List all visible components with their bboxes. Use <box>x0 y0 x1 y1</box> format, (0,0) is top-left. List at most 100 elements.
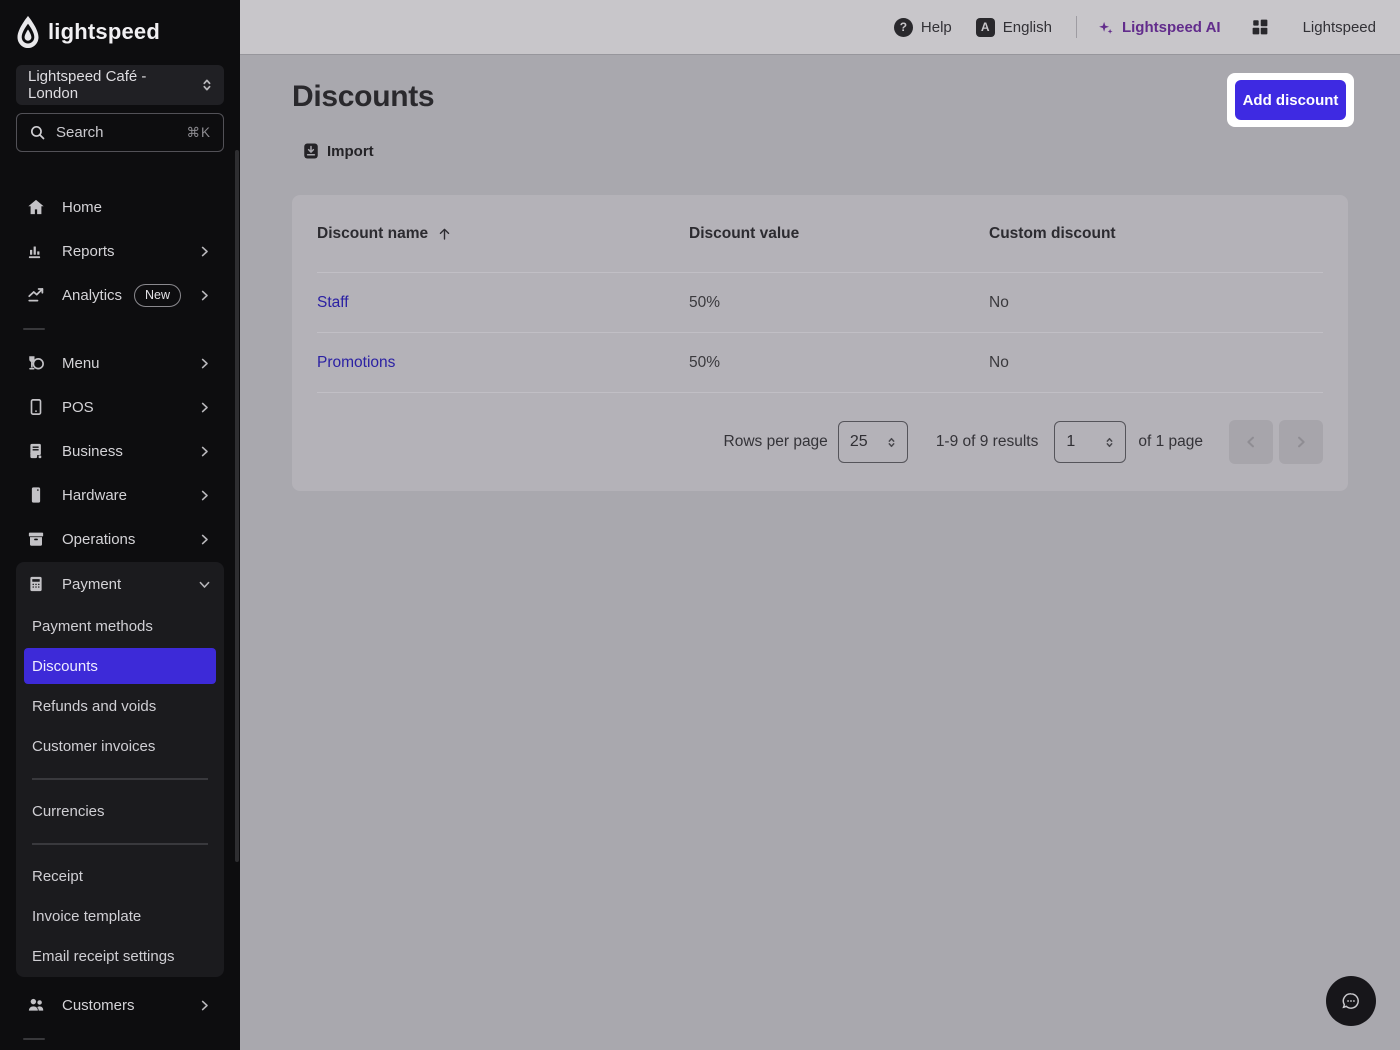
sidebar-item-label: Payment <box>62 576 121 593</box>
results-count: 1-9 of 9 results <box>936 433 1039 451</box>
discount-value-cell: 50% <box>689 354 989 372</box>
topbar-divider <box>1076 16 1077 38</box>
sidebar-item-label: POS <box>62 399 94 416</box>
account-menu[interactable]: Lightspeed <box>1303 19 1376 36</box>
discount-name-link[interactable]: Promotions <box>317 354 395 371</box>
previous-page-button[interactable] <box>1229 420 1273 464</box>
apps-grid-button[interactable] <box>1251 18 1269 36</box>
subitem-label: Invoice template <box>32 908 141 925</box>
chevron-right-icon <box>197 244 212 259</box>
pagination-buttons <box>1229 420 1323 464</box>
rows-per-page-label: Rows per page <box>724 433 828 451</box>
unfold-icon <box>885 435 898 450</box>
language-icon: A <box>976 18 995 37</box>
subitem-label: Receipt <box>32 868 83 885</box>
logo-wordmark: lightspeed <box>48 19 160 45</box>
sidebar-subitem-customer-invoices[interactable]: Customer invoices <box>16 726 224 766</box>
page-number-value: 1 <box>1066 433 1075 451</box>
location-selector[interactable]: Lightspeed Café - London <box>16 65 224 105</box>
sidebar-subitem-currencies[interactable]: Currencies <box>16 791 224 831</box>
location-label: Lightspeed Café - London <box>28 68 199 102</box>
language-button[interactable]: A English <box>976 18 1052 37</box>
sidebar-item-pos[interactable]: POS <box>16 385 224 429</box>
sidebar-subitem-receipt[interactable]: Receipt <box>16 856 224 896</box>
menu-icon <box>27 354 45 372</box>
new-badge: New <box>134 284 181 307</box>
chevron-left-icon <box>1243 434 1259 450</box>
subitem-label: Customer invoices <box>32 738 155 755</box>
page-title: Discounts <box>292 80 434 114</box>
sparkle-icon <box>1097 19 1114 36</box>
chat-bubble-icon <box>1340 990 1362 1012</box>
chevron-right-icon <box>197 400 212 415</box>
table-row: Staff 50% No <box>317 273 1323 333</box>
search-input[interactable]: Search ⌘K <box>16 113 224 152</box>
account-brand-label: Lightspeed <box>1303 19 1376 36</box>
spotlight-ring: Add discount <box>1227 73 1354 127</box>
help-button[interactable]: ? Help <box>894 18 952 37</box>
sidebar-subitem-refunds-and-voids[interactable]: Refunds and voids <box>16 686 224 726</box>
sidebar-item-label: Customers <box>62 997 135 1014</box>
unfold-icon <box>199 77 215 93</box>
language-label: English <box>1003 19 1052 36</box>
column-header-custom-discount: Custom discount <box>989 225 1323 243</box>
lightspeed-ai-button[interactable]: Lightspeed AI <box>1097 19 1221 36</box>
search-icon <box>29 124 46 141</box>
sidebar-divider <box>16 317 224 341</box>
sidebar-subitem-discounts[interactable]: Discounts <box>24 648 216 684</box>
add-discount-button[interactable]: Add discount <box>1235 80 1346 120</box>
main-content: Discounts Import Add discount Discount n… <box>240 54 1400 1050</box>
import-button[interactable]: Import <box>302 142 374 160</box>
business-icon <box>27 442 45 460</box>
payment-group: Payment Payment methods Discounts Refund… <box>16 562 224 977</box>
flame-logo-icon <box>16 16 40 48</box>
sidebar-item-business[interactable]: Business <box>16 429 224 473</box>
rows-per-page-select[interactable]: 25 <box>838 421 908 463</box>
table-row: Promotions 50% No <box>317 333 1323 393</box>
subitem-label: Currencies <box>32 803 105 820</box>
chevron-right-icon <box>197 488 212 503</box>
page-number-select[interactable]: 1 <box>1054 421 1126 463</box>
chevron-right-icon <box>197 356 212 371</box>
sidebar-item-analytics[interactable]: Analytics New <box>16 273 224 317</box>
next-page-button[interactable] <box>1279 420 1323 464</box>
chat-fab-button[interactable] <box>1326 976 1376 1026</box>
chevron-right-icon <box>197 444 212 459</box>
table-header-row: Discount name Discount value Custom disc… <box>317 195 1323 273</box>
sidebar-item-menu[interactable]: Menu <box>16 341 224 385</box>
payment-icon <box>27 575 45 593</box>
sidebar-sub-divider <box>16 766 224 791</box>
sidebar-item-payment[interactable]: Payment <box>16 562 224 606</box>
search-placeholder: Search <box>56 124 176 141</box>
sidebar-item-customers[interactable]: Customers <box>16 983 224 1027</box>
sidebar-subitem-email-receipt-settings[interactable]: Email receipt settings <box>16 936 224 976</box>
sidebar-nav: Home Reports Analytics New Menu POS Busi… <box>16 185 224 1050</box>
sidebar-subitem-invoice-template[interactable]: Invoice template <box>16 896 224 936</box>
sidebar-item-label: Menu <box>62 355 100 372</box>
chevron-down-icon <box>197 577 212 592</box>
sidebar-item-hardware[interactable]: Hardware <box>16 473 224 517</box>
sidebar-item-label: Reports <box>62 243 115 260</box>
search-shortcut: ⌘K <box>186 125 211 141</box>
sidebar-subitem-payment-methods[interactable]: Payment methods <box>16 606 224 646</box>
home-icon <box>27 198 45 216</box>
pagination-bar: Rows per page 25 1-9 of 9 results 1 of 1… <box>292 393 1348 491</box>
sort-ascending-icon <box>437 226 452 242</box>
page-count-label: of 1 page <box>1138 433 1203 451</box>
column-header-discount-name[interactable]: Discount name <box>317 225 689 243</box>
import-icon <box>302 142 320 160</box>
discount-name-link[interactable]: Staff <box>317 294 349 311</box>
pos-icon <box>27 398 45 416</box>
customers-icon <box>27 996 45 1014</box>
sidebar-item-reports[interactable]: Reports <box>16 229 224 273</box>
rows-per-page-value: 25 <box>850 433 868 451</box>
topbar: ? Help A English Lightspeed AI Lightspee… <box>240 0 1400 54</box>
sidebar-sub-divider <box>16 831 224 856</box>
chevron-right-icon <box>197 998 212 1013</box>
sidebar-item-operations[interactable]: Operations <box>16 517 224 561</box>
analytics-icon <box>27 286 45 304</box>
sidebar-scrollbar[interactable] <box>235 150 239 862</box>
sidebar-item-label: Business <box>62 443 123 460</box>
discounts-table-card: Discount name Discount value Custom disc… <box>292 195 1348 491</box>
sidebar-item-home[interactable]: Home <box>16 185 224 229</box>
